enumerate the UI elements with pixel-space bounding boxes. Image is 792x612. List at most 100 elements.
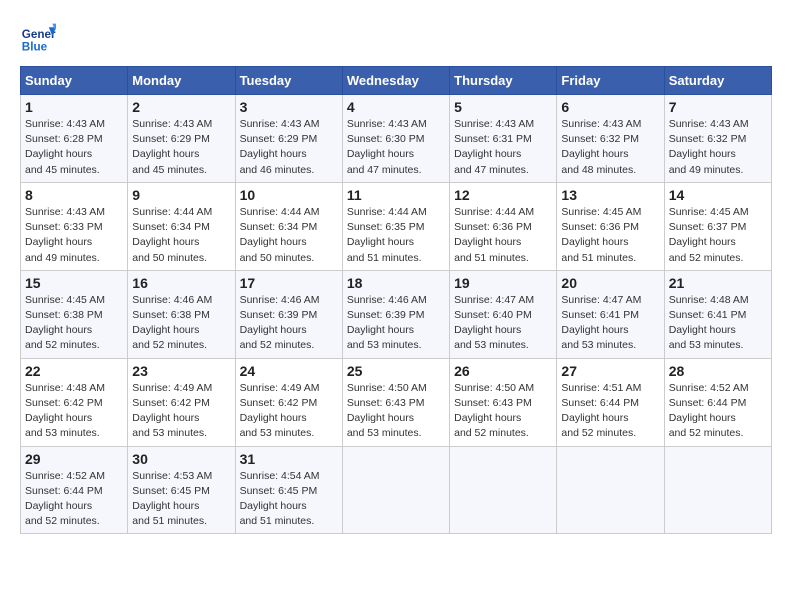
calendar-week-row: 8 Sunrise: 4:43 AM Sunset: 6:33 PM Dayli… <box>21 182 772 270</box>
day-info: Sunrise: 4:49 AM Sunset: 6:42 PM Dayligh… <box>240 381 338 442</box>
calendar-cell: 11 Sunrise: 4:44 AM Sunset: 6:35 PM Dayl… <box>342 182 449 270</box>
calendar-cell: 2 Sunrise: 4:43 AM Sunset: 6:29 PM Dayli… <box>128 95 235 183</box>
day-number: 29 <box>25 451 123 467</box>
day-number: 17 <box>240 275 338 291</box>
day-number: 8 <box>25 187 123 203</box>
day-info: Sunrise: 4:44 AM Sunset: 6:34 PM Dayligh… <box>132 205 230 266</box>
day-info: Sunrise: 4:44 AM Sunset: 6:35 PM Dayligh… <box>347 205 445 266</box>
day-number: 30 <box>132 451 230 467</box>
day-number: 6 <box>561 99 659 115</box>
day-number: 18 <box>347 275 445 291</box>
day-info: Sunrise: 4:46 AM Sunset: 6:38 PM Dayligh… <box>132 293 230 354</box>
day-number: 15 <box>25 275 123 291</box>
day-number: 20 <box>561 275 659 291</box>
calendar-cell: 13 Sunrise: 4:45 AM Sunset: 6:36 PM Dayl… <box>557 182 664 270</box>
day-number: 2 <box>132 99 230 115</box>
calendar-cell: 5 Sunrise: 4:43 AM Sunset: 6:31 PM Dayli… <box>450 95 557 183</box>
calendar-cell: 7 Sunrise: 4:43 AM Sunset: 6:32 PM Dayli… <box>664 95 771 183</box>
calendar-week-row: 29 Sunrise: 4:52 AM Sunset: 6:44 PM Dayl… <box>21 446 772 534</box>
day-info: Sunrise: 4:46 AM Sunset: 6:39 PM Dayligh… <box>240 293 338 354</box>
calendar-cell: 6 Sunrise: 4:43 AM Sunset: 6:32 PM Dayli… <box>557 95 664 183</box>
day-number: 22 <box>25 363 123 379</box>
day-info: Sunrise: 4:49 AM Sunset: 6:42 PM Dayligh… <box>132 381 230 442</box>
day-info: Sunrise: 4:43 AM Sunset: 6:32 PM Dayligh… <box>669 117 767 178</box>
day-number: 31 <box>240 451 338 467</box>
calendar-cell <box>450 446 557 534</box>
day-number: 14 <box>669 187 767 203</box>
calendar-cell: 15 Sunrise: 4:45 AM Sunset: 6:38 PM Dayl… <box>21 270 128 358</box>
day-number: 7 <box>669 99 767 115</box>
calendar-cell: 25 Sunrise: 4:50 AM Sunset: 6:43 PM Dayl… <box>342 358 449 446</box>
header-saturday: Saturday <box>664 67 771 95</box>
day-number: 1 <box>25 99 123 115</box>
day-number: 28 <box>669 363 767 379</box>
day-number: 16 <box>132 275 230 291</box>
day-info: Sunrise: 4:50 AM Sunset: 6:43 PM Dayligh… <box>454 381 552 442</box>
day-info: Sunrise: 4:48 AM Sunset: 6:41 PM Dayligh… <box>669 293 767 354</box>
calendar-cell: 24 Sunrise: 4:49 AM Sunset: 6:42 PM Dayl… <box>235 358 342 446</box>
header-tuesday: Tuesday <box>235 67 342 95</box>
calendar-cell: 20 Sunrise: 4:47 AM Sunset: 6:41 PM Dayl… <box>557 270 664 358</box>
calendar-cell: 16 Sunrise: 4:46 AM Sunset: 6:38 PM Dayl… <box>128 270 235 358</box>
header-sunday: Sunday <box>21 67 128 95</box>
day-info: Sunrise: 4:45 AM Sunset: 6:37 PM Dayligh… <box>669 205 767 266</box>
svg-text:Blue: Blue <box>22 41 48 54</box>
calendar-cell: 10 Sunrise: 4:44 AM Sunset: 6:34 PM Dayl… <box>235 182 342 270</box>
calendar-cell: 27 Sunrise: 4:51 AM Sunset: 6:44 PM Dayl… <box>557 358 664 446</box>
day-number: 9 <box>132 187 230 203</box>
calendar-cell: 21 Sunrise: 4:48 AM Sunset: 6:41 PM Dayl… <box>664 270 771 358</box>
day-number: 21 <box>669 275 767 291</box>
day-info: Sunrise: 4:43 AM Sunset: 6:30 PM Dayligh… <box>347 117 445 178</box>
calendar-week-row: 1 Sunrise: 4:43 AM Sunset: 6:28 PM Dayli… <box>21 95 772 183</box>
day-info: Sunrise: 4:43 AM Sunset: 6:29 PM Dayligh… <box>132 117 230 178</box>
calendar-cell: 28 Sunrise: 4:52 AM Sunset: 6:44 PM Dayl… <box>664 358 771 446</box>
calendar-cell: 12 Sunrise: 4:44 AM Sunset: 6:36 PM Dayl… <box>450 182 557 270</box>
day-number: 3 <box>240 99 338 115</box>
header-friday: Friday <box>557 67 664 95</box>
calendar-table: SundayMondayTuesdayWednesdayThursdayFrid… <box>20 66 772 534</box>
logo: General Blue <box>20 20 60 56</box>
day-info: Sunrise: 4:52 AM Sunset: 6:44 PM Dayligh… <box>25 469 123 530</box>
calendar-cell: 19 Sunrise: 4:47 AM Sunset: 6:40 PM Dayl… <box>450 270 557 358</box>
day-info: Sunrise: 4:53 AM Sunset: 6:45 PM Dayligh… <box>132 469 230 530</box>
day-info: Sunrise: 4:43 AM Sunset: 6:33 PM Dayligh… <box>25 205 123 266</box>
day-info: Sunrise: 4:48 AM Sunset: 6:42 PM Dayligh… <box>25 381 123 442</box>
calendar-cell: 8 Sunrise: 4:43 AM Sunset: 6:33 PM Dayli… <box>21 182 128 270</box>
calendar-cell: 1 Sunrise: 4:43 AM Sunset: 6:28 PM Dayli… <box>21 95 128 183</box>
day-number: 10 <box>240 187 338 203</box>
calendar-cell: 23 Sunrise: 4:49 AM Sunset: 6:42 PM Dayl… <box>128 358 235 446</box>
day-info: Sunrise: 4:43 AM Sunset: 6:32 PM Dayligh… <box>561 117 659 178</box>
day-number: 13 <box>561 187 659 203</box>
calendar-cell: 14 Sunrise: 4:45 AM Sunset: 6:37 PM Dayl… <box>664 182 771 270</box>
calendar-cell: 22 Sunrise: 4:48 AM Sunset: 6:42 PM Dayl… <box>21 358 128 446</box>
day-info: Sunrise: 4:47 AM Sunset: 6:40 PM Dayligh… <box>454 293 552 354</box>
day-info: Sunrise: 4:54 AM Sunset: 6:45 PM Dayligh… <box>240 469 338 530</box>
page-header: General Blue <box>20 20 772 56</box>
day-info: Sunrise: 4:47 AM Sunset: 6:41 PM Dayligh… <box>561 293 659 354</box>
header-thursday: Thursday <box>450 67 557 95</box>
day-info: Sunrise: 4:43 AM Sunset: 6:29 PM Dayligh… <box>240 117 338 178</box>
calendar-header-row: SundayMondayTuesdayWednesdayThursdayFrid… <box>21 67 772 95</box>
day-number: 11 <box>347 187 445 203</box>
day-number: 5 <box>454 99 552 115</box>
calendar-week-row: 22 Sunrise: 4:48 AM Sunset: 6:42 PM Dayl… <box>21 358 772 446</box>
day-info: Sunrise: 4:50 AM Sunset: 6:43 PM Dayligh… <box>347 381 445 442</box>
day-number: 19 <box>454 275 552 291</box>
day-number: 23 <box>132 363 230 379</box>
calendar-cell: 3 Sunrise: 4:43 AM Sunset: 6:29 PM Dayli… <box>235 95 342 183</box>
calendar-cell <box>342 446 449 534</box>
calendar-cell <box>557 446 664 534</box>
day-number: 24 <box>240 363 338 379</box>
day-info: Sunrise: 4:44 AM Sunset: 6:34 PM Dayligh… <box>240 205 338 266</box>
calendar-cell: 26 Sunrise: 4:50 AM Sunset: 6:43 PM Dayl… <box>450 358 557 446</box>
calendar-cell: 30 Sunrise: 4:53 AM Sunset: 6:45 PM Dayl… <box>128 446 235 534</box>
calendar-cell: 9 Sunrise: 4:44 AM Sunset: 6:34 PM Dayli… <box>128 182 235 270</box>
calendar-cell: 18 Sunrise: 4:46 AM Sunset: 6:39 PM Dayl… <box>342 270 449 358</box>
day-info: Sunrise: 4:46 AM Sunset: 6:39 PM Dayligh… <box>347 293 445 354</box>
day-info: Sunrise: 4:44 AM Sunset: 6:36 PM Dayligh… <box>454 205 552 266</box>
calendar-cell <box>664 446 771 534</box>
day-info: Sunrise: 4:51 AM Sunset: 6:44 PM Dayligh… <box>561 381 659 442</box>
calendar-cell: 31 Sunrise: 4:54 AM Sunset: 6:45 PM Dayl… <box>235 446 342 534</box>
day-number: 27 <box>561 363 659 379</box>
calendar-week-row: 15 Sunrise: 4:45 AM Sunset: 6:38 PM Dayl… <box>21 270 772 358</box>
